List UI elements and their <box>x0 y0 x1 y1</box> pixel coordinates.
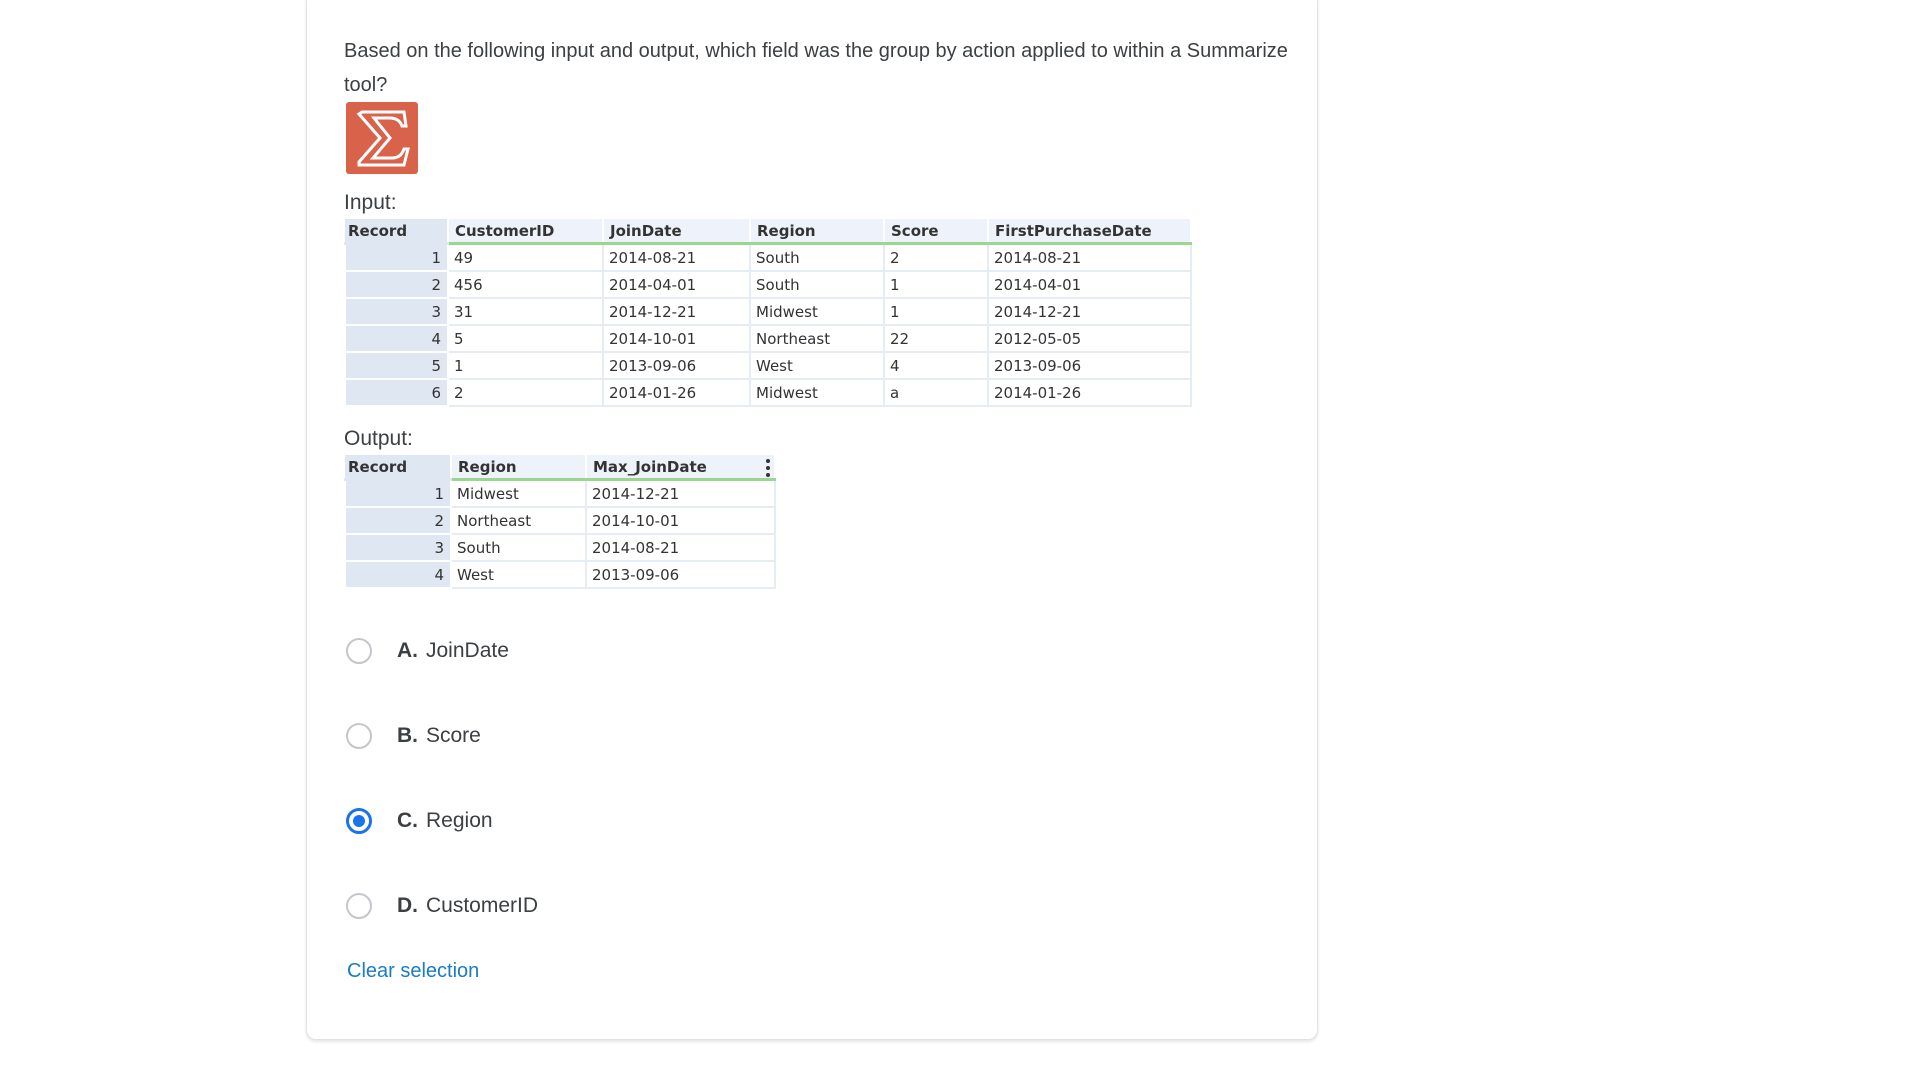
table-cell: Midwest <box>749 378 885 407</box>
input-col-firstpurchasedate[interactable]: FirstPurchaseDate <box>988 219 1192 245</box>
option-a[interactable]: A. JoinDate <box>344 631 509 671</box>
table-cell: a <box>883 378 989 407</box>
option-c-label[interactable]: C. Region <box>397 809 493 833</box>
input-col-region[interactable]: Region <box>750 219 885 245</box>
table-cell: 4 <box>883 351 989 380</box>
table-cell: Midwest <box>450 478 587 508</box>
option-d-text: CustomerID <box>426 894 539 917</box>
table-cell: 2014-08-21 <box>585 533 776 562</box>
table-cell: 1 <box>447 351 604 380</box>
input-header-row: Record CustomerID JoinDate Region Score … <box>345 219 1192 245</box>
record-number: 3 <box>344 297 449 326</box>
record-number: 3 <box>344 533 452 562</box>
table-cell: 2012-05-05 <box>987 324 1192 353</box>
option-a-radio[interactable] <box>346 638 372 664</box>
output-table: Record Region Max_JoinDate 1 Midwest 201… <box>344 455 776 589</box>
output-label: Output: <box>344 427 413 450</box>
option-d-radio[interactable] <box>346 893 372 919</box>
table-cell: 2 <box>883 242 989 272</box>
output-col-max-joindate-label: Max_JoinDate <box>593 457 707 476</box>
question-text: Based on the following input and output,… <box>344 40 1288 96</box>
output-col-max-joindate[interactable]: Max_JoinDate <box>586 455 776 481</box>
summarize-sigma-icon <box>346 102 418 174</box>
input-col-customerid[interactable]: CustomerID <box>448 219 604 245</box>
table-cell: 5 <box>447 324 604 353</box>
table-cell: 456 <box>447 270 604 299</box>
clear-selection-link[interactable]: Clear selection <box>347 960 479 983</box>
table-row: 1 Midwest 2014-12-21 <box>344 478 776 508</box>
table-cell: South <box>749 270 885 299</box>
record-number: 4 <box>344 324 449 353</box>
option-d-label[interactable]: D. CustomerID <box>397 894 538 918</box>
table-cell: 2014-08-21 <box>602 242 751 272</box>
table-row: 4 5 2014-10-01 Northeast 22 2012-05-05 <box>344 324 1192 353</box>
table-cell: 1 <box>883 297 989 326</box>
table-cell: West <box>450 560 587 589</box>
input-col-score[interactable]: Score <box>884 219 989 245</box>
table-cell: 1 <box>883 270 989 299</box>
record-number: 2 <box>344 270 449 299</box>
table-cell: 22 <box>883 324 989 353</box>
option-a-text: JoinDate <box>426 639 509 662</box>
input-col-joindate[interactable]: JoinDate <box>603 219 751 245</box>
record-number: 5 <box>344 351 449 380</box>
table-row: 2 Northeast 2014-10-01 <box>344 506 776 535</box>
table-cell: 2014-10-01 <box>585 506 776 535</box>
table-cell: 49 <box>447 242 604 272</box>
table-cell: 2014-01-26 <box>602 378 751 407</box>
table-row: 6 2 2014-01-26 Midwest a 2014-01-26 <box>344 378 1192 407</box>
option-c[interactable]: C. Region <box>344 801 493 841</box>
table-row: 1 49 2014-08-21 South 2 2014-08-21 <box>344 242 1192 272</box>
table-row: 3 31 2014-12-21 Midwest 1 2014-12-21 <box>344 297 1192 326</box>
table-cell: 2014-12-21 <box>585 478 776 508</box>
table-row: 5 1 2013-09-06 West 4 2013-09-06 <box>344 351 1192 380</box>
table-row: 2 456 2014-04-01 South 1 2014-04-01 <box>344 270 1192 299</box>
table-row: 3 South 2014-08-21 <box>344 533 776 562</box>
record-number: 2 <box>344 506 452 535</box>
table-cell: South <box>749 242 885 272</box>
record-number: 6 <box>344 378 449 407</box>
table-cell: 2014-04-01 <box>602 270 751 299</box>
table-cell: 2014-04-01 <box>987 270 1192 299</box>
table-cell: 2014-10-01 <box>602 324 751 353</box>
record-number: 1 <box>344 478 452 508</box>
table-cell: 2013-09-06 <box>602 351 751 380</box>
option-a-letter: A. <box>397 639 418 662</box>
option-b-letter: B. <box>397 724 418 747</box>
record-number: 4 <box>344 560 452 589</box>
option-d[interactable]: D. CustomerID <box>344 886 538 926</box>
input-table: Record CustomerID JoinDate Region Score … <box>344 219 1192 407</box>
input-label: Input: <box>344 191 397 214</box>
table-cell: 31 <box>447 297 604 326</box>
option-c-text: Region <box>426 809 493 832</box>
option-b-radio[interactable] <box>346 723 372 749</box>
output-col-record[interactable]: Record <box>345 455 452 481</box>
output-header-row: Record Region Max_JoinDate <box>345 455 776 481</box>
table-cell: Northeast <box>749 324 885 353</box>
table-cell: 2014-12-21 <box>602 297 751 326</box>
table-cell: South <box>450 533 587 562</box>
option-b-text: Score <box>426 724 481 747</box>
table-cell: 2 <box>447 378 604 407</box>
table-cell: 2014-08-21 <box>987 242 1192 272</box>
table-cell: West <box>749 351 885 380</box>
input-col-record[interactable]: Record <box>345 219 449 245</box>
option-b-label[interactable]: B. Score <box>397 724 481 748</box>
table-cell: Midwest <box>749 297 885 326</box>
option-a-label[interactable]: A. JoinDate <box>397 639 509 663</box>
record-number: 1 <box>344 242 449 272</box>
table-cell: 2014-12-21 <box>987 297 1192 326</box>
column-menu-icon[interactable] <box>766 459 770 477</box>
option-c-radio-selected[interactable] <box>346 808 372 834</box>
table-row: 4 West 2013-09-06 <box>344 560 776 589</box>
table-cell: Northeast <box>450 506 587 535</box>
table-cell: 2014-01-26 <box>987 378 1192 407</box>
option-c-letter: C. <box>397 809 418 832</box>
option-d-letter: D. <box>397 894 418 917</box>
table-cell: 2013-09-06 <box>987 351 1192 380</box>
table-cell: 2013-09-06 <box>585 560 776 589</box>
output-col-region[interactable]: Region <box>451 455 587 481</box>
option-b[interactable]: B. Score <box>344 716 481 756</box>
